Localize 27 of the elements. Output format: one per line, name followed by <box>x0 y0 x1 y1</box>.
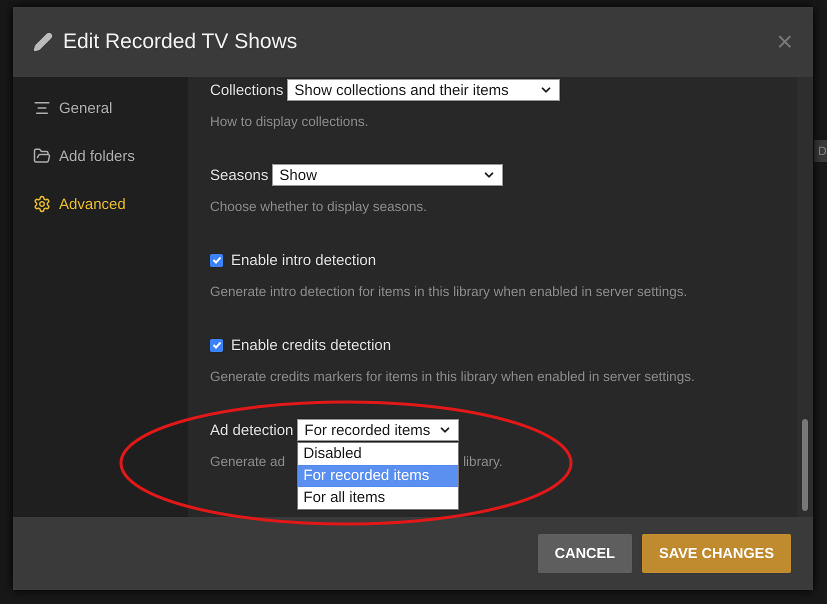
setting-label: Collections <box>210 82 284 98</box>
dropdown-select[interactable]: Show <box>272 164 504 186</box>
dialog-title: Edit Recorded TV Shows <box>63 30 298 54</box>
setting-label: Enable credits detection <box>231 336 392 354</box>
setting-hint: Generate ad <box>210 454 286 469</box>
setting-hint: Choose whether to display seasons. <box>210 199 428 214</box>
gear-icon <box>33 195 51 213</box>
sidebar-item[interactable]: Add folders <box>13 139 188 173</box>
lines-icon <box>33 99 51 117</box>
checkbox[interactable] <box>210 254 223 266</box>
checkbox[interactable] <box>210 338 223 352</box>
setting-hint: How to display collections. <box>210 114 370 129</box>
scrollbar[interactable] <box>797 77 813 517</box>
setting-hint: Generate intro detection for items in this library when enabled in server settings. <box>210 284 688 299</box>
sidebar-item[interactable]: General <box>13 91 188 125</box>
dropdown-select[interactable]: Show collections and their items <box>287 79 560 101</box>
setting-hint: library. <box>463 454 503 469</box>
setting-hint: Generate credits markers for items in this library when enabled in server settings. <box>210 369 696 384</box>
setting-label: Ad detection <box>210 422 294 438</box>
pencil-icon <box>33 32 53 52</box>
sidebar-item[interactable]: Advanced <box>13 187 188 221</box>
dropdown-select[interactable]: For recorded items <box>297 419 460 441</box>
setting-label: Enable intro detection <box>231 252 376 268</box>
cancel-button[interactable]: CANCEL <box>538 534 632 573</box>
background-text: D <box>814 140 827 162</box>
setting-label: Seasons <box>210 166 268 184</box>
folder-icon <box>33 147 51 165</box>
